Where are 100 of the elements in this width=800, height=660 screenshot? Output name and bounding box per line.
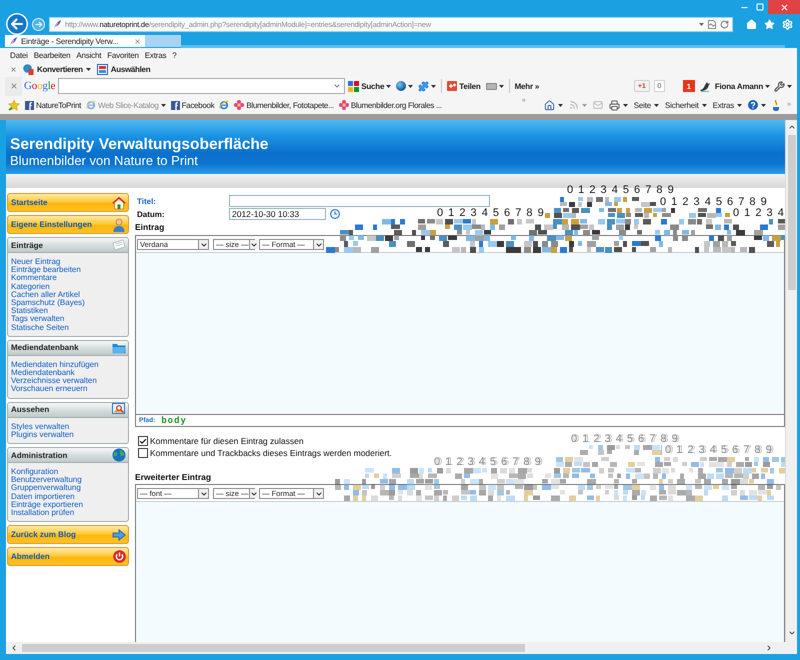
forward-button[interactable]	[32, 18, 45, 30]
sidebar-link[interactable]: Kategorien	[11, 282, 50, 291]
date-input[interactable]: 2012-10-30 10:33	[229, 208, 326, 220]
back-button[interactable]	[6, 13, 28, 35]
arrow-right-icon	[112, 528, 126, 541]
sidebar-link[interactable]: Statische Seiten	[11, 324, 69, 332]
addon-button[interactable]	[772, 100, 782, 110]
colored-squares-icon	[348, 80, 360, 92]
facebook-icon	[25, 100, 34, 110]
favorite-link[interactable]: NatureToPrint	[25, 100, 82, 110]
feather-icon	[9, 36, 17, 46]
help-icon	[748, 100, 758, 110]
share-button[interactable]: Teilen	[447, 78, 481, 94]
close-tab-icon[interactable]	[134, 38, 141, 44]
select-button[interactable]: Auswählen	[96, 64, 150, 74]
caret-icon	[582, 104, 587, 106]
path-value[interactable]: body	[161, 416, 187, 426]
browser-tab[interactable]: Einträge - Serendipity Verw...	[5, 35, 145, 47]
refresh-icon[interactable]	[720, 20, 729, 28]
search-button[interactable]: Suche	[348, 78, 392, 94]
toolbar-menu[interactable]: Seite	[634, 100, 660, 110]
broken-page-icon[interactable]	[708, 20, 716, 28]
checkmark-icon	[139, 436, 147, 446]
sidebar-link[interactable]: Mediendaten hinzufügen	[11, 360, 99, 370]
favorite-link[interactable]: Facebook	[170, 100, 214, 110]
sidebar-link[interactable]: Verzeichnisse verwalten	[11, 377, 97, 386]
sphere-button[interactable]	[396, 78, 414, 94]
menu-item[interactable]: Datei	[10, 50, 28, 60]
favorite-link[interactable]: Blumenbilder, Fototapete...	[234, 100, 334, 110]
site-subtitle: Blumenbilder von Nature to Print	[10, 153, 198, 168]
sidebar-link[interactable]: Neuer Eintrag	[11, 258, 60, 266]
vertical-scrollbar[interactable]	[785, 120, 797, 642]
horizontal-scrollbar[interactable]	[6, 642, 797, 654]
sidebar-link[interactable]: Tags verwalten	[11, 315, 64, 324]
print-button[interactable]	[608, 100, 628, 110]
scrollbar-thumb[interactable]	[22, 644, 525, 652]
chevron-down-icon	[314, 490, 322, 498]
close-window-button[interactable]	[768, 0, 800, 14]
rss-icon	[568, 100, 579, 110]
facebook-icon	[170, 100, 180, 110]
toolbar-menu[interactable]: Sicherheit	[665, 100, 707, 110]
favorite-link[interactable]: Blumenbilder.org Florales ...	[338, 100, 442, 110]
chevron-left-icon	[10, 644, 18, 652]
favorite-link[interactable]	[219, 100, 230, 110]
home-button[interactable]: Startseite	[7, 193, 129, 212]
sidebar-link[interactable]: Cachen aller Artikel	[11, 290, 80, 300]
field-label: Titel:	[136, 196, 156, 206]
sidebar-link[interactable]: Benutzerverwaltung	[11, 476, 82, 484]
title-input[interactable]	[229, 195, 490, 207]
star-arrow-icon[interactable]	[8, 100, 20, 110]
maximize-icon	[756, 3, 764, 11]
back-to-blog-button[interactable]: Zurück zum Blog	[7, 525, 129, 544]
sidebar-link[interactable]: Plugins verwalten	[11, 430, 74, 440]
puzzle-icon	[418, 80, 430, 92]
caret-icon	[702, 104, 707, 106]
star-icon[interactable]	[764, 19, 775, 30]
sidebar-link[interactable]: Einträge exportieren	[11, 500, 84, 510]
sidebar-link[interactable]: Konfiguration	[11, 468, 58, 476]
checkbox-label: Kommentare und Trackbacks dieses Eintrags werden moderiert.	[150, 448, 392, 458]
settings-icon[interactable]	[782, 19, 793, 30]
logout-button[interactable]: Abmelden	[7, 547, 129, 566]
sidebar-link[interactable]: Kommentare	[11, 274, 57, 283]
power-icon	[113, 550, 126, 564]
more-button[interactable]: Mehr »	[514, 78, 540, 94]
clock-icon[interactable]	[330, 209, 340, 219]
caret-icon	[86, 68, 91, 70]
sidebar-link[interactable]: Daten importieren	[11, 492, 75, 501]
close-icon[interactable]	[10, 66, 17, 72]
menu-item[interactable]: Favoriten	[107, 50, 139, 60]
sidebar-link[interactable]: Statistiken	[11, 307, 48, 316]
convert-button[interactable]: Konvertieren	[23, 64, 91, 74]
checkbox[interactable]	[138, 448, 148, 458]
chevron-down-icon	[314, 240, 322, 248]
toolbar-menu[interactable]: Extras	[712, 100, 742, 110]
menu-item[interactable]: ?	[172, 50, 177, 60]
menu-item[interactable]: Ansicht	[76, 50, 102, 60]
sidebar-link[interactable]: Vorschauen erneuern	[11, 385, 88, 394]
sidebar-link[interactable]: Einträge bearbeiten	[11, 266, 81, 274]
sidebar-link[interactable]: Installation prüfen	[11, 509, 74, 518]
sidebar-link[interactable]: Mediendatenbank	[11, 369, 75, 378]
bird-icon[interactable]	[698, 80, 711, 92]
scrollbar-thumb[interactable]	[788, 135, 796, 290]
section-label: Eintrag	[135, 221, 164, 233]
home-icon[interactable]	[746, 19, 757, 30]
menu-item[interactable]: Extras	[144, 50, 166, 60]
menu-item[interactable]: Bearbeiten	[34, 50, 70, 60]
user-menu[interactable]: Fiona Amann	[714, 78, 770, 94]
sidebar-link[interactable]: Gruppenverwaltung	[11, 484, 81, 493]
chevron-up-icon	[788, 123, 796, 131]
chevron-down-icon	[200, 490, 208, 498]
sidebar-link[interactable]: Spamschutz (Bayes)	[11, 299, 85, 308]
sidebar-link[interactable]: Styles verwalten	[11, 422, 70, 431]
home-button[interactable]	[544, 100, 563, 110]
close-toolbar-button[interactable]	[5, 76, 22, 96]
settings-button[interactable]: Eigene Einstellungen	[7, 215, 129, 234]
search-field[interactable]	[58, 78, 346, 94]
checkbox[interactable]	[138, 436, 148, 446]
help-button[interactable]	[748, 100, 766, 110]
mail-icon	[592, 100, 603, 110]
caret-icon	[431, 84, 436, 88]
